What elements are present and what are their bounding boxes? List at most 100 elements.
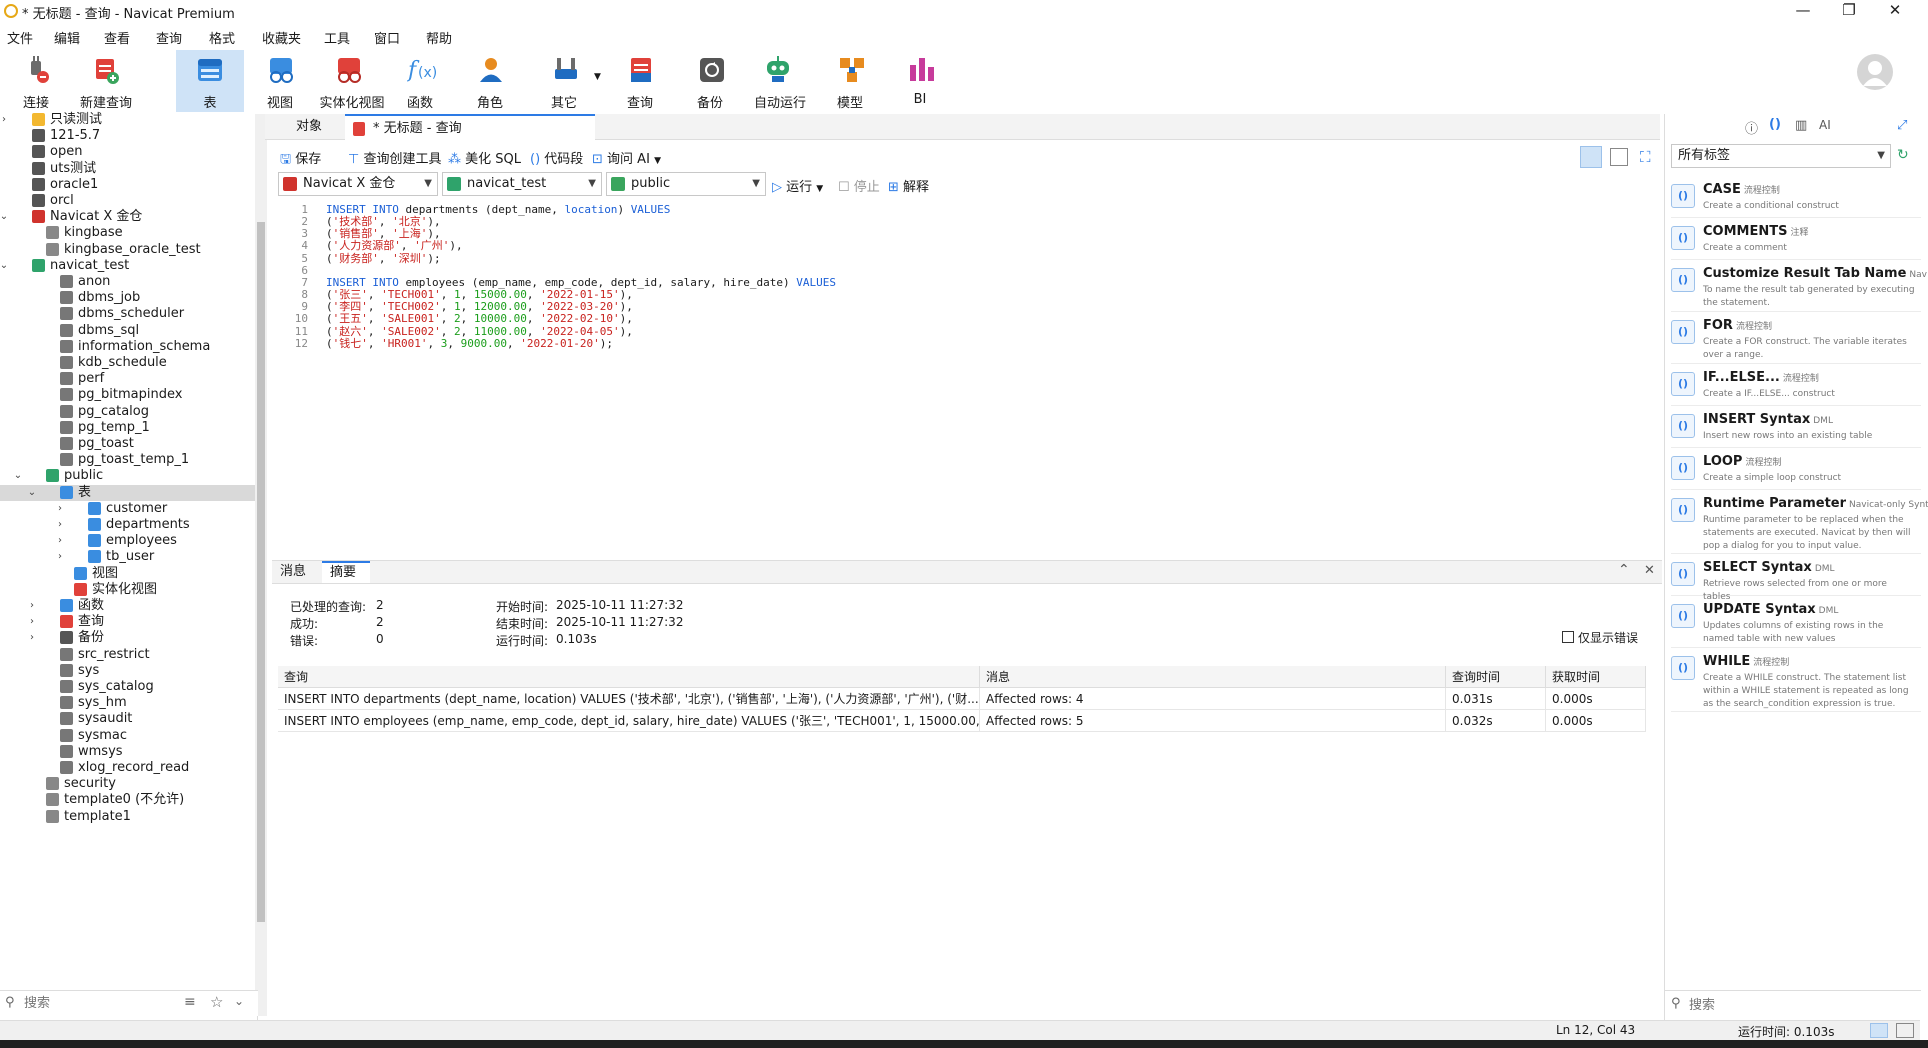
column-header-query-time[interactable]: 查询时间 [1446, 666, 1546, 688]
stop-button[interactable]: ☐ 停止 [838, 176, 880, 195]
tree-item[interactable]: 121-5.7 [0, 128, 255, 144]
favorite-star-icon[interactable]: ☆ [210, 993, 223, 1011]
layout-split-horizontal-icon[interactable] [1580, 146, 1602, 168]
user-avatar[interactable] [1857, 54, 1893, 90]
tree-item[interactable]: ⌄ Navicat X 金仓 [0, 209, 255, 225]
tree-item[interactable]: › customer [0, 501, 255, 517]
tree-item[interactable]: kdb_schedule [0, 355, 255, 371]
fullscreen-icon[interactable]: ⛶ [1640, 148, 1651, 166]
tree-item[interactable]: › 只读测试 [0, 112, 255, 128]
tree-item[interactable]: uts测试 [0, 161, 255, 177]
tree-item[interactable]: › 查询 [0, 614, 255, 630]
layout-toggle-icon[interactable] [1870, 1023, 1888, 1038]
snippet-item[interactable]: () FOR 流程控制 Create a FOR construct. The var… [1671, 312, 1921, 364]
tree-item[interactable]: open [0, 144, 255, 160]
tree-item[interactable]: › 函数 [0, 598, 255, 614]
tree-item[interactable]: pg_toast [0, 436, 255, 452]
snippets-button[interactable]: () 代码段 [530, 148, 583, 167]
table-cell-query-time[interactable]: 0.031s [1446, 688, 1546, 710]
collapse-chevron-icon[interactable]: › [26, 630, 38, 646]
menu-edit[interactable]: 编辑 [54, 28, 80, 47]
tree-item[interactable]: dbms_job [0, 290, 255, 306]
bi-button[interactable]: BI [888, 50, 952, 112]
beautify-sql-button[interactable]: ⁂ 美化 SQL [448, 148, 521, 167]
tree-item[interactable]: xlog_record_read [0, 760, 255, 776]
save-button[interactable]: 🖫 保存 [280, 148, 321, 172]
info-icon[interactable]: ⓘ [1745, 118, 1758, 137]
other-tools-button[interactable]: 其它 [532, 50, 596, 112]
tree-item[interactable]: src_restrict [0, 647, 255, 663]
menu-format[interactable]: 格式 [209, 28, 235, 47]
tree-item[interactable]: sys [0, 663, 255, 679]
connect-button[interactable]: 连接 [4, 50, 68, 112]
table-cell-query-time[interactable]: 0.032s [1446, 710, 1546, 732]
close-button[interactable]: ✕ [1872, 0, 1918, 22]
expand-chevron-icon[interactable]: ⌄ [12, 468, 24, 484]
snippet-item[interactable]: () CASE 流程控制 Create a conditional construct [1671, 176, 1921, 218]
table-cell-message[interactable]: Affected rows: 5 [980, 710, 1446, 732]
tree-item[interactable]: template1 [0, 809, 255, 825]
collapse-chevron-icon[interactable]: › [54, 549, 66, 565]
filter-icon[interactable]: ≡ [184, 994, 196, 1010]
tree-item[interactable]: oracle1 [0, 177, 255, 193]
menu-help[interactable]: 帮助 [426, 28, 452, 47]
sql-editor[interactable]: 1 2 3 4 5 6 7 8 9 10 11 12 INSERT INTO departments … [272, 200, 1662, 554]
tree-item[interactable]: security [0, 776, 255, 792]
errors-only-checkbox[interactable] [1562, 631, 1574, 643]
tree-item[interactable]: ⌄ navicat_test [0, 258, 255, 274]
tree-item[interactable]: kingbase [0, 225, 255, 241]
column-header-message[interactable]: 消息 [980, 666, 1446, 688]
ask-ai-button[interactable]: ⊡ 询问 AI ▼ [592, 148, 661, 167]
query-builder-button[interactable]: ⊤ 查询创建工具 [348, 148, 441, 167]
collapse-chevron-icon[interactable]: › [26, 598, 38, 614]
automation-button[interactable]: 自动运行 [744, 50, 816, 112]
snippet-item[interactable]: () COMMENTS 注释 Create a comment [1671, 218, 1921, 260]
layout-split-vertical-icon[interactable] [1610, 148, 1628, 166]
tab-objects[interactable]: 对象 [279, 114, 339, 140]
menu-file[interactable]: 文件 [7, 28, 33, 47]
collapse-chevron-icon[interactable]: › [54, 533, 66, 549]
tree-item[interactable]: information_schema [0, 339, 255, 355]
tree-item[interactable]: › employees [0, 533, 255, 549]
snippet-item[interactable]: () Runtime Parameter Navicat-only Synt Runt… [1671, 490, 1928, 554]
tree-item[interactable]: pg_catalog [0, 404, 255, 420]
ai-text-icon[interactable]: AI [1819, 118, 1831, 132]
expand-icon[interactable]: ⤢ [1897, 118, 1907, 133]
tree-item[interactable]: kingbase_oracle_test [0, 242, 255, 258]
tree-scrollbar[interactable] [255, 114, 267, 1016]
menu-tools[interactable]: 工具 [324, 28, 350, 47]
table-button[interactable]: 表 [176, 50, 244, 112]
column-header-fetch-time[interactable]: 获取时间 [1546, 666, 1646, 688]
expand-chevron-icon[interactable]: ⌄ [0, 209, 10, 225]
snippet-item[interactable]: () INSERT Syntax DML Insert new rows into a… [1671, 406, 1921, 448]
tree-item[interactable]: pg_bitmapindex [0, 387, 255, 403]
expand-chevron-icon[interactable]: ⌄ [0, 258, 10, 274]
view-button[interactable]: 视图 [248, 50, 312, 112]
collapse-up-icon[interactable]: ⌃ [1618, 562, 1630, 578]
table-cell-query[interactable]: INSERT INTO departments (dept_name, loca… [278, 688, 980, 710]
snippet-item[interactable]: () LOOP 流程控制 Create a simple loop construct [1671, 448, 1921, 490]
close-results-icon[interactable]: ✕ [1644, 563, 1655, 578]
snippet-item[interactable]: () UPDATE Syntax DML Updates columns of exi… [1671, 596, 1921, 648]
snippet-item[interactable]: () SELECT Syntax DML Retrieve rows selected… [1671, 554, 1921, 602]
collapse-chevron-icon[interactable]: › [0, 112, 10, 128]
tree-item[interactable]: dbms_scheduler [0, 306, 255, 322]
snippet-item[interactable]: () Customize Result Tab Name Nav To name th… [1671, 260, 1927, 312]
tree-item[interactable]: pg_temp_1 [0, 420, 255, 436]
tab-query[interactable]: * 无标题 - 查询 [345, 114, 595, 140]
tree-item[interactable]: 实体化视图 [0, 582, 255, 598]
tree-item[interactable]: sysaudit [0, 711, 255, 727]
menu-view[interactable]: 查看 [104, 28, 130, 47]
snippet-item[interactable]: () WHILE 流程控制 Create a WHILE construct. The… [1671, 648, 1921, 712]
collapse-chevron-icon[interactable]: ⌄ [234, 994, 244, 1008]
run-button[interactable]: ▷ 运行 ▼ [772, 176, 823, 195]
minimize-button[interactable]: — [1780, 0, 1826, 22]
menu-query[interactable]: 查询 [156, 28, 182, 47]
column-header-query[interactable]: 查询 [278, 666, 980, 688]
tag-filter-select[interactable]: 所有标签 ▼ [1671, 144, 1891, 168]
tree-item[interactable]: sys_hm [0, 695, 255, 711]
columns-icon[interactable]: ▥ [1795, 118, 1807, 133]
tree-item[interactable]: ⌄ public [0, 468, 255, 484]
tree-scroll-thumb[interactable] [257, 222, 265, 922]
database-select[interactable]: navicat_test ▼ [442, 172, 602, 196]
